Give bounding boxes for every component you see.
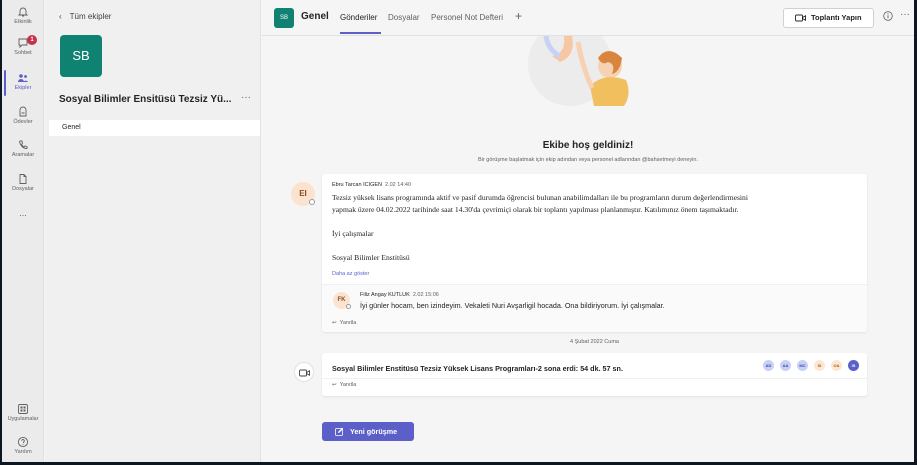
app-rail: Etkinlik Sohbet 1 Ekipler Ödevler Aramal… bbox=[2, 0, 44, 462]
team-avatar: SB bbox=[60, 35, 102, 77]
divider bbox=[322, 378, 867, 379]
rail-label: Uygulamalar bbox=[7, 416, 39, 422]
team-more-options-button[interactable]: ··· bbox=[241, 92, 251, 103]
rail-label: Etkinlik bbox=[14, 19, 32, 25]
reply-thread: FK Filiz Angay KUTLUK 2.02 15:06 İyi günl… bbox=[322, 284, 867, 332]
channel-title: Genel bbox=[301, 11, 329, 22]
rail-item-activity[interactable]: Etkinlik bbox=[2, 6, 44, 25]
team-name[interactable]: Sosyal Bilimler Ensitüsü Tezsiz Yü... bbox=[59, 94, 239, 105]
channel-header: SB Genel Gönderiler Dosyalar Personel No… bbox=[262, 0, 914, 36]
post-body-line: Sosyal Bilimler Enstitüsü bbox=[332, 253, 410, 262]
attendee-avatar[interactable]: AD bbox=[763, 360, 774, 371]
presence-status-icon bbox=[309, 199, 315, 205]
welcome-subtitle: Bir görüşme başlatmak için ekip adından … bbox=[478, 157, 698, 163]
backpack-icon bbox=[19, 106, 27, 117]
rail-label: Yardım bbox=[14, 449, 32, 455]
reply-body: İyi günler hocam, ben izindeyim. Vekalet… bbox=[360, 301, 665, 310]
post-body-line: yapmak üzere 04.02.2022 tarihinde saat 1… bbox=[332, 205, 739, 214]
header-more-options-button[interactable]: ··· bbox=[900, 9, 910, 20]
reply-header: Filiz Angay KUTLUK 2.02 15:06 bbox=[360, 292, 439, 298]
meeting-reply-button[interactable]: ↩ Yanıtla bbox=[332, 382, 356, 388]
rail-item-chat[interactable]: Sohbet bbox=[2, 37, 44, 56]
post-body-line: Tezsiz yüksek lisans programında aktif v… bbox=[332, 193, 748, 202]
reply-label: Yanıtla bbox=[339, 320, 357, 326]
new-conversation-label: Yeni görüşme bbox=[350, 427, 398, 436]
team-panel: ‹ Tüm ekipler SB Sosyal Bilimler Ensitüsü… bbox=[45, 0, 261, 462]
attendee-avatar[interactable]: AA bbox=[780, 360, 791, 371]
tab-posts[interactable]: Gönderiler bbox=[340, 13, 377, 22]
rail-item-calls[interactable]: Aramalar bbox=[2, 139, 44, 158]
post-body-line: İyi çalışmalar bbox=[332, 229, 374, 238]
add-tab-button[interactable]: + bbox=[515, 9, 522, 23]
info-icon[interactable] bbox=[883, 11, 893, 21]
teams-icon bbox=[18, 74, 28, 82]
show-less-link[interactable]: Daha az göster bbox=[332, 271, 369, 277]
rail-item-files[interactable]: Dosyalar bbox=[2, 173, 44, 192]
rail-label: Dosyalar bbox=[12, 186, 34, 192]
reply-timestamp: 2.02 15:06 bbox=[412, 292, 439, 298]
reply-arrow-icon: ↩ bbox=[332, 320, 337, 326]
attendee-avatar[interactable]: IS bbox=[848, 360, 859, 371]
meet-now-label: Toplantı Yapın bbox=[811, 13, 862, 22]
date-separator: 4 Şubat 2022 Cuma bbox=[570, 339, 619, 345]
compose-icon bbox=[335, 427, 344, 436]
post-card: Ebru Tarcan ICIGEN 2.02 14:40 Tezsiz yüks… bbox=[322, 174, 867, 332]
file-icon bbox=[19, 174, 27, 184]
rail-label: Ekipler bbox=[14, 85, 32, 91]
meeting-ended-title: Sosyal Bilimler Enstitüsü Tezsiz Yüksek … bbox=[332, 364, 623, 373]
meeting-card[interactable]: Sosyal Bilimler Enstitüsü Tezsiz Yüksek … bbox=[322, 353, 867, 396]
reply-author-name[interactable]: Filiz Angay KUTLUK bbox=[360, 292, 410, 298]
attendee-avatar[interactable]: SI bbox=[814, 360, 825, 371]
rail-item-help[interactable]: Yardım bbox=[2, 436, 44, 455]
welcome-illustration bbox=[528, 36, 629, 106]
apps-icon bbox=[18, 404, 28, 414]
rail-label: Aramalar bbox=[11, 152, 35, 158]
posts-feed: Ekibe hoş geldiniz! Bir görüşme başlatma… bbox=[262, 36, 914, 462]
attendee-avatar[interactable]: OA bbox=[831, 360, 842, 371]
chevron-left-icon: ‹ bbox=[59, 12, 62, 21]
channel-team-avatar: SB bbox=[274, 8, 294, 28]
post-header: Ebru Tarcan ICIGEN 2.02 14:40 bbox=[332, 182, 411, 188]
attendee-avatar[interactable]: MC bbox=[797, 360, 808, 371]
rail-more-button[interactable]: ... bbox=[2, 208, 44, 218]
tab-files[interactable]: Dosyalar bbox=[388, 13, 420, 22]
reply-arrow-icon: ↩ bbox=[332, 382, 337, 388]
presence-status-icon bbox=[346, 304, 351, 309]
post-timestamp: 2.02 14:40 bbox=[385, 182, 412, 188]
teams-window: Etkinlik Sohbet 1 Ekipler Ödevler Aramal… bbox=[2, 0, 914, 462]
rail-label: Sohbet bbox=[14, 50, 32, 56]
reply-label: Yanıtla bbox=[339, 382, 357, 388]
meet-now-button[interactable]: Toplantı Yapın bbox=[783, 8, 874, 28]
rail-item-teams[interactable]: Ekipler bbox=[2, 72, 44, 91]
rail-item-assignments[interactable]: Ödevler bbox=[2, 106, 44, 125]
rail-item-apps[interactable]: Uygulamalar bbox=[2, 403, 44, 422]
back-link-label: Tüm ekipler bbox=[69, 12, 112, 21]
unread-badge: 1 bbox=[27, 35, 37, 45]
rail-label: Ödevler bbox=[13, 119, 33, 125]
meeting-event-icon bbox=[294, 362, 314, 382]
reply-button[interactable]: ↩ Yanıtla bbox=[332, 320, 356, 326]
post-author-name[interactable]: Ebru Tarcan ICIGEN bbox=[332, 182, 382, 188]
bell-icon bbox=[17, 7, 29, 17]
channel-item-genel[interactable]: Genel bbox=[49, 120, 260, 136]
tab-notebook[interactable]: Personel Not Defteri bbox=[431, 13, 503, 22]
help-icon bbox=[17, 436, 29, 448]
active-tab-indicator bbox=[340, 32, 381, 34]
phone-icon bbox=[19, 140, 28, 149]
new-conversation-button[interactable]: Yeni görüşme bbox=[322, 422, 414, 441]
back-to-all-teams-link[interactable]: ‹ Tüm ekipler bbox=[59, 12, 111, 21]
video-camera-icon bbox=[299, 369, 310, 377]
video-camera-icon bbox=[795, 14, 806, 22]
welcome-title: Ekibe hoş geldiniz! bbox=[542, 140, 634, 151]
